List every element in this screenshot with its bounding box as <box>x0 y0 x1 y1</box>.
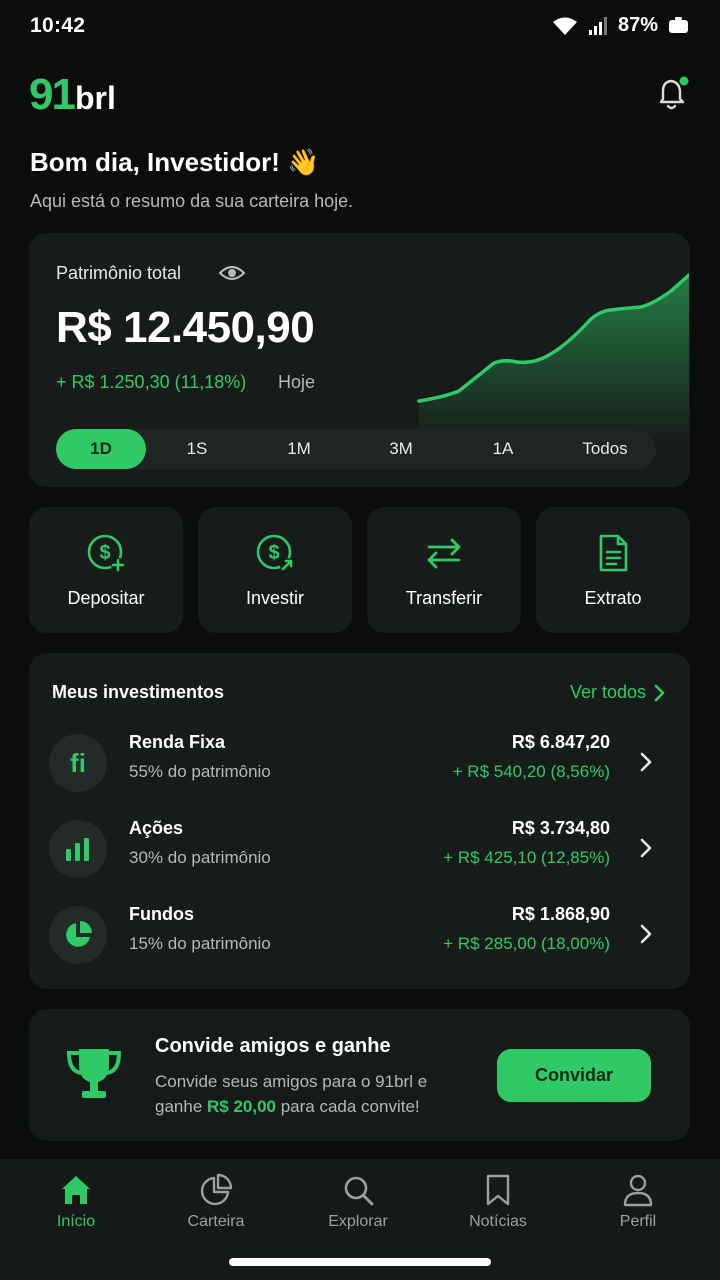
investment-gain: + R$ 425,10 (12,85%) <box>443 848 610 867</box>
statement-label: Extrato <box>584 588 642 608</box>
nav-item-inicio[interactable]: Início <box>16 1173 136 1231</box>
portfolio-value: R$ 12.450,90 <box>56 303 315 352</box>
invite-body: Convide seus amigos para o 91brl e ganhe… <box>155 1072 428 1116</box>
investment-value: R$ 6.847,20 <box>511 732 610 752</box>
investment-gain: + R$ 540,20 (8,56%) <box>452 762 610 781</box>
investment-name: Fundos <box>129 904 194 924</box>
see-all-label: Ver todos <box>569 682 646 702</box>
nav-label: Perfil <box>619 1213 657 1230</box>
fixed-income-icon: fi <box>49 734 107 792</box>
deposit-icon: $ <box>87 534 125 572</box>
logo-number: 91 <box>29 70 76 119</box>
invite-card: Convide amigos e ganhe Convide seus amig… <box>29 1009 690 1141</box>
investments-title: Meus investimentos <box>52 682 225 702</box>
range-tab-1a[interactable]: 1A <box>452 429 554 469</box>
wifi-icon <box>552 17 577 35</box>
portfolio-period: Hoje <box>278 372 316 392</box>
nav-item-carteira[interactable]: Carteira <box>156 1173 276 1231</box>
investment-value: R$ 1.868,90 <box>511 904 610 924</box>
investment-name: Renda Fixa <box>129 732 226 752</box>
investments-card: Meus investimentos Ver todos fi Renda Fi… <box>29 653 690 989</box>
nav-item-explorar[interactable]: Explorar <box>298 1173 418 1231</box>
range-tab-todos[interactable]: Todos <box>554 429 656 469</box>
transfer-icon <box>427 538 461 569</box>
svg-text:$: $ <box>99 542 110 564</box>
range-selector: 1D 1S 1M 3M 1A Todos <box>56 429 656 469</box>
investment-share: 55% do patrimônio <box>129 762 271 781</box>
pie-chart-icon <box>66 921 92 947</box>
nav-label: Explorar <box>328 1213 388 1230</box>
range-tab-1d[interactable]: 1D <box>56 429 146 469</box>
chevron-right-icon <box>640 752 652 772</box>
portfolio-card: Patrimônio total R$ 12.450,90 + R$ 1.250… <box>29 233 690 487</box>
greeting-subtitle: Aqui está o resumo da sua carteira hoje. <box>30 191 354 211</box>
bar-chart-icon <box>66 838 89 861</box>
invest-button[interactable]: $ Investir <box>198 507 352 633</box>
profile-icon <box>623 1174 653 1207</box>
invite-reward: R$ 20,00 <box>207 1097 276 1116</box>
chevron-right-icon <box>640 838 652 858</box>
investment-gain: + R$ 285,00 (18,00%) <box>443 934 610 953</box>
nav-label: Notícias <box>469 1213 527 1230</box>
see-all-link[interactable]: Ver todos <box>570 682 666 703</box>
eye-icon[interactable] <box>219 261 245 285</box>
greeting-title: Bom dia, Investidor! 👋 <box>30 147 320 177</box>
logo-text: brl <box>74 80 116 116</box>
transfer-label: Transferir <box>405 588 483 608</box>
range-tab-3m[interactable]: 3M <box>350 429 452 469</box>
deposit-label: Depositar <box>67 588 145 608</box>
deposit-button[interactable]: $ Depositar <box>29 507 183 633</box>
status-time: 10:42 <box>30 14 86 37</box>
statement-icon <box>599 534 628 572</box>
investment-row-fundos[interactable]: Fundos 15% do patrimônio R$ 1.868,90 + R… <box>49 904 674 968</box>
statement-button[interactable]: Extrato <box>536 507 690 633</box>
invest-icon: $ <box>256 534 294 572</box>
battery-icon <box>669 16 688 33</box>
invest-label: Investir <box>245 588 305 608</box>
status-bar: 10:42 87% <box>0 0 720 56</box>
investment-value: R$ 3.734,80 <box>511 818 610 838</box>
portfolio-label: Patrimônio total <box>56 263 182 283</box>
investment-name: Ações <box>129 818 184 838</box>
app-logo: 91 brl <box>29 73 116 117</box>
home-indicator[interactable] <box>229 1258 491 1266</box>
investment-row-acoes[interactable]: Ações 30% do patrimônio R$ 3.734,80 + R$… <box>49 818 674 882</box>
battery-percent: 87% <box>617 14 658 36</box>
nav-label: Início <box>56 1213 96 1230</box>
invite-title: Convide amigos e ganhe <box>155 1035 391 1057</box>
investment-share: 15% do patrimônio <box>129 934 271 953</box>
transfer-button[interactable]: Transferir <box>367 507 521 633</box>
notification-bell-icon[interactable] <box>655 76 689 112</box>
status-icons: 87% <box>552 14 690 37</box>
range-tab-1m[interactable]: 1M <box>248 429 350 469</box>
investment-row-renda-fixa[interactable]: fi Renda Fixa 55% do patrimônio R$ 6.847… <box>49 732 674 796</box>
investment-share: 30% do patrimônio <box>129 848 271 867</box>
search-icon <box>344 1176 374 1206</box>
chevron-right-icon <box>640 924 652 944</box>
nav-item-perfil[interactable]: Perfil <box>578 1173 698 1231</box>
signal-icon <box>588 16 607 35</box>
portfolio-change: + R$ 1.250,30 (11,18%) <box>56 372 247 392</box>
bookmark-icon <box>486 1174 510 1206</box>
portfolio-sparkline <box>417 273 689 443</box>
wallet-chart-icon <box>200 1173 233 1206</box>
range-tab-1s[interactable]: 1S <box>146 429 248 469</box>
nav-label: Carteira <box>187 1213 245 1230</box>
invite-button[interactable]: Convidar <box>497 1049 651 1102</box>
chevron-right-icon <box>654 684 665 701</box>
home-icon <box>62 1176 90 1204</box>
quick-actions: $ Depositar $ Investir Transferir Extrat… <box>29 507 690 633</box>
nav-item-noticias[interactable]: Notícias <box>438 1173 558 1231</box>
svg-text:$: $ <box>268 542 279 564</box>
trophy-icon <box>66 1049 122 1098</box>
